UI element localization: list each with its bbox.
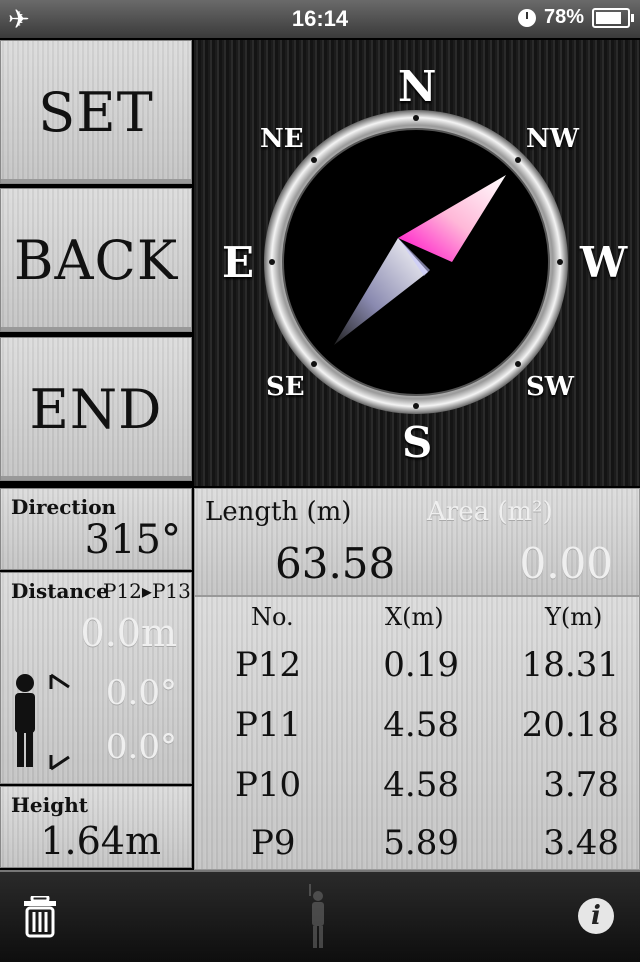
distance-box: Distance P12▸P13 0.0m 0.0° 0.0° (0, 572, 192, 784)
height-box: Height 1.64m (0, 786, 192, 868)
header-x: X(m) (385, 603, 444, 631)
info-icon[interactable]: i (578, 898, 614, 934)
height-value: 1.64m (40, 819, 161, 863)
distance-label: Distance (11, 579, 109, 603)
table-row[interactable]: P10 4.58 3.78 (195, 761, 640, 819)
row-y: 18.31 (521, 645, 619, 685)
row-no: P11 (235, 705, 302, 745)
table-row[interactable]: P12 0.19 18.31 (195, 641, 640, 699)
compass-label-nw: NW (526, 124, 579, 154)
status-right: 78% (517, 6, 634, 29)
distance-angle-upper: 0.0° (105, 673, 177, 713)
distance-angle-lower: 0.0° (105, 727, 177, 767)
points-table: No. X(m) Y(m) P12 0.19 18.31 P11 4.58 20… (194, 596, 640, 870)
row-y: 20.18 (521, 705, 619, 745)
table-row[interactable]: P11 4.58 20.18 (195, 701, 640, 759)
set-button[interactable]: SET (0, 40, 192, 184)
compass-label-sw: SW (526, 372, 574, 402)
person-icon[interactable] (304, 882, 334, 952)
header-no: No. (251, 603, 294, 631)
table-row[interactable]: P9 5.89 3.48 (195, 821, 640, 869)
row-no: P10 (235, 765, 302, 805)
row-x: 4.58 (383, 765, 459, 805)
row-y: 3.78 (543, 765, 619, 805)
compass-label-w: W (580, 238, 628, 287)
direction-box: Direction 315° (0, 488, 192, 570)
person-measure-icon (15, 673, 70, 771)
row-x: 5.89 (383, 823, 459, 863)
distance-value: 0.0m (80, 611, 177, 655)
direction-label: Direction (11, 495, 117, 519)
header-y: Y(m) (545, 603, 603, 631)
compass-label-n: N (398, 62, 437, 111)
battery-percent: 78% (543, 6, 584, 28)
height-label: Height (11, 793, 88, 817)
bottom-toolbar: i (0, 870, 640, 962)
area-label: Area (m²) (427, 497, 553, 527)
compass-label-se: SE (266, 372, 305, 402)
compass-panel: N S E W NE NW SE SW (194, 40, 640, 486)
distance-segment: P12▸P13 (103, 579, 191, 603)
row-x: 4.58 (383, 705, 459, 745)
back-button[interactable]: BACK (0, 188, 192, 332)
row-x: 0.19 (383, 645, 459, 685)
alarm-clock-icon (517, 8, 536, 27)
compass-label-e: E (222, 238, 255, 287)
row-no: P12 (235, 645, 302, 685)
status-bar: ✈ 16:14 78% (0, 0, 640, 38)
length-label: Length (m) (205, 497, 352, 527)
row-no: P9 (251, 823, 296, 863)
length-value: 63.58 (275, 539, 396, 588)
measure-panel: Length (m) 63.58 Area (m²) 0.00 (194, 488, 640, 596)
end-button[interactable]: END (0, 337, 192, 481)
row-y: 3.48 (543, 823, 619, 863)
compass-label-s: S (402, 418, 433, 467)
direction-value: 315° (84, 517, 181, 563)
compass-label-ne: NE (260, 124, 304, 154)
area-value: 0.00 (519, 539, 613, 588)
trash-icon[interactable] (22, 896, 58, 938)
battery-icon (592, 7, 634, 28)
